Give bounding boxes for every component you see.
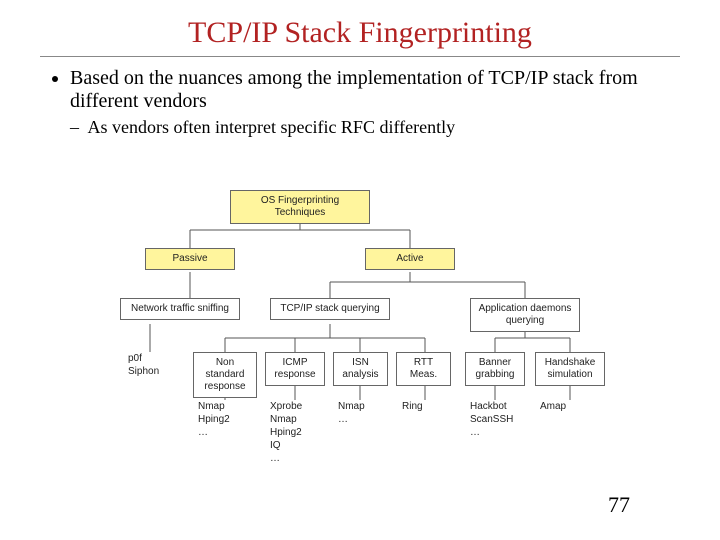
dash-icon: –: [70, 117, 84, 138]
node-root: OS Fingerprinting Techniques: [230, 190, 370, 224]
bullet-main: Based on the nuances among the implement…: [70, 67, 680, 113]
node-nonstd-response: Non standard response: [193, 352, 257, 398]
tools-nonstd: Nmap Hping2 …: [198, 400, 230, 439]
node-isn-analysis: ISN analysis: [333, 352, 388, 386]
tools-icmp: Xprobe Nmap Hping2 IQ …: [270, 400, 302, 465]
node-handshake-sim: Handshake simulation: [535, 352, 605, 386]
page-title: TCP/IP Stack Fingerprinting: [40, 16, 680, 50]
bullet-sub: – As vendors often interpret specific RF…: [70, 117, 680, 138]
tools-passive: p0f Siphon: [128, 352, 159, 378]
bullet-sub-text: As vendors often interpret specific RFC …: [88, 117, 456, 137]
node-stack-querying: TCP/IP stack querying: [270, 298, 390, 320]
tools-rtt: Ring: [402, 400, 423, 413]
node-traffic-sniffing: Network traffic sniffing: [120, 298, 240, 320]
node-app-daemons: Application daemons querying: [470, 298, 580, 332]
diagram: OS Fingerprinting Techniques Passive Act…: [80, 190, 680, 520]
node-active: Active: [365, 248, 455, 270]
tools-handshake: Amap: [540, 400, 566, 413]
node-icmp-response: ICMP response: [265, 352, 325, 386]
node-passive: Passive: [145, 248, 235, 270]
node-banner-grabbing: Banner grabbing: [465, 352, 525, 386]
tools-isn: Nmap …: [338, 400, 365, 426]
page-number: 77: [608, 492, 630, 518]
title-rule: [40, 56, 680, 57]
node-rtt-meas: RTT Meas.: [396, 352, 451, 386]
tools-banner: Hackbot ScanSSH …: [470, 400, 513, 439]
